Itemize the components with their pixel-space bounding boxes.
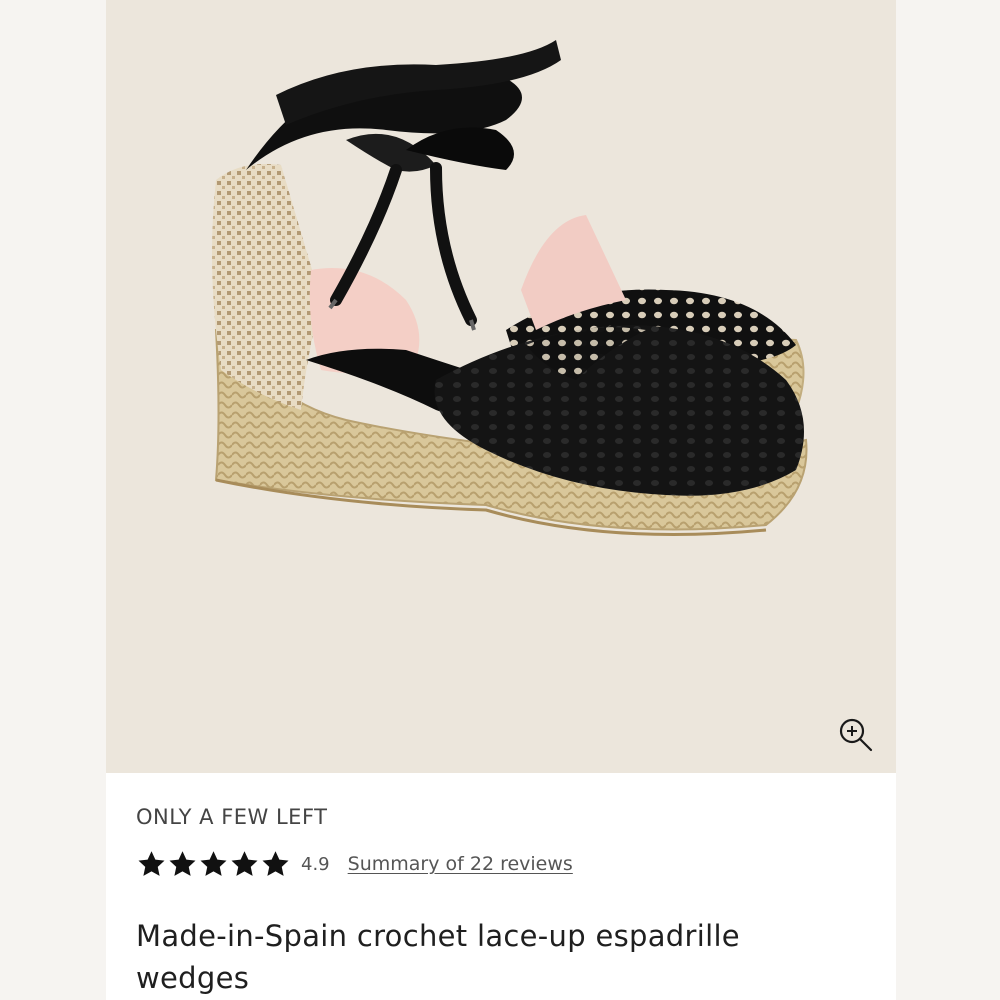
star-icon [138,851,165,876]
rating-row: 4.9 Summary of 22 reviews [136,849,573,879]
stock-status: ONLY A FEW LEFT [136,805,328,829]
star-icon [231,851,258,876]
product-card: ONLY A FEW LEFT 4.9 Summary of 22 review… [106,0,896,1000]
product-title: Made-in-Spain crochet lace-up espadrille… [136,919,740,995]
shoe-illustration [212,40,808,536]
star-icon [262,851,289,876]
star-icon [200,851,227,876]
reviews-summary-link[interactable]: Summary of 22 reviews [348,853,573,875]
zoom-button[interactable] [834,713,878,757]
rating-value: 4.9 [301,853,330,875]
page-margin-left [0,0,106,1000]
zoom-in-icon [839,718,873,752]
star-icon [169,851,196,876]
page-margin-right [896,0,1000,1000]
product-image[interactable] [106,0,896,773]
star-rating [136,849,291,879]
